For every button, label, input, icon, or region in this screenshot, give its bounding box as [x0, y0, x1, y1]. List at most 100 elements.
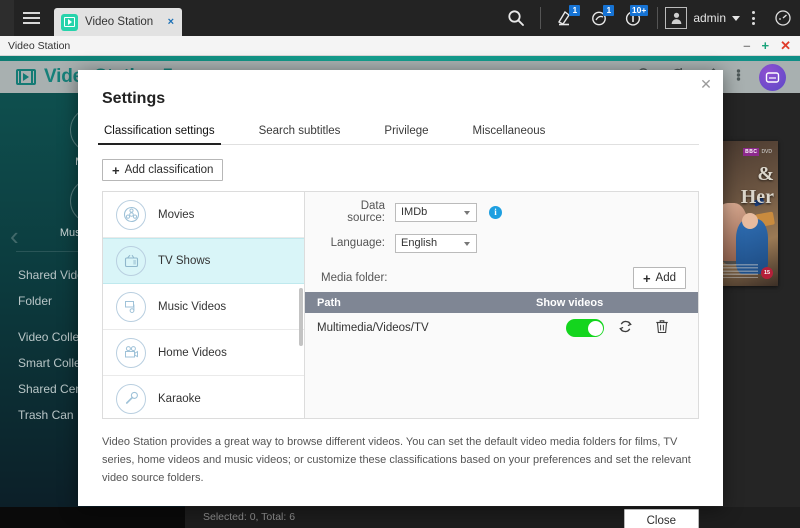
classification-item-home-videos[interactable]: Home Videos [103, 330, 304, 376]
television-icon [116, 246, 146, 276]
close-button[interactable]: Close [623, 509, 699, 528]
dsm-taskbar: Video Station × 1 1 10+ admin [0, 0, 800, 36]
data-source-label: Data source: [347, 200, 385, 224]
info-notifications-icon[interactable]: 10+ [616, 0, 650, 36]
language-value: English [401, 237, 438, 249]
add-button-label: Add [655, 272, 676, 284]
notifications-icon[interactable]: 1 [582, 0, 616, 36]
classification-item-music-videos[interactable]: Music Videos [103, 284, 304, 330]
video-station-icon [61, 13, 78, 31]
chevron-down-icon [464, 210, 470, 215]
classification-item-movies[interactable]: Movies [103, 192, 304, 238]
maximize-button[interactable]: + [762, 39, 770, 52]
app-tab-label: Video Station [85, 16, 154, 28]
taskbar-icons: 1 1 10+ admin [499, 0, 800, 36]
search-icon[interactable] [499, 0, 533, 36]
screen: Video Station × 1 1 10+ admin Video Stat… [0, 0, 800, 528]
classification-label: Home Videos [158, 346, 227, 359]
info-icon[interactable]: i [489, 205, 502, 219]
resource-monitor-icon[interactable] [766, 0, 800, 36]
settings-description: Video Station provides a great way to br… [102, 436, 691, 485]
tab-privilege[interactable]: Privilege [382, 121, 430, 144]
media-folder-label: Media folder: [321, 272, 388, 284]
settings-tabs: Classification settings Search subtitles… [98, 121, 699, 145]
row-actions [536, 319, 686, 337]
window-close-button[interactable]: ✕ [780, 39, 791, 52]
film-reel-icon [116, 199, 146, 230]
chevron-left-icon[interactable]: ‹ [10, 221, 19, 252]
poster-format-label: DVD [761, 149, 772, 155]
close-icon[interactable]: × [162, 16, 174, 28]
tab-search-subtitles[interactable]: Search subtitles [257, 121, 343, 144]
media-table-header: Path Show videos [305, 292, 698, 313]
data-source-value: IMDb [401, 206, 428, 218]
classification-detail-pane: Data source: IMDb i Language: English Me [305, 191, 699, 419]
username-label: admin [693, 11, 726, 25]
app-tab-video-station[interactable]: Video Station × [54, 8, 182, 36]
language-row: Language: English [305, 226, 698, 260]
data-source-select[interactable]: IMDb [395, 202, 477, 222]
media-folder-row: Media folder: + Add [305, 260, 698, 292]
window-title: Video Station [8, 39, 71, 52]
info-badge: 10+ [629, 5, 649, 16]
language-select[interactable]: English [395, 233, 477, 253]
chevron-down-icon [464, 241, 470, 246]
chevron-down-icon [732, 15, 740, 21]
toggle-knob [587, 320, 603, 336]
poster-rating-badge: 15 [761, 267, 773, 279]
user-menu[interactable]: admin [665, 7, 740, 29]
package-center-badge: 1 [569, 5, 581, 16]
table-row: Multimedia/Videos/TV [305, 313, 698, 343]
dialog-footer: Close [102, 509, 699, 528]
kebab-menu-icon[interactable] [740, 11, 766, 25]
classification-label: Music Videos [158, 300, 227, 313]
list-scrollbar[interactable] [299, 288, 303, 346]
poster-title: & Her [740, 163, 774, 208]
video-poster[interactable]: BBC DVD & Her 15 [718, 141, 778, 286]
poster-figure-head [742, 213, 758, 229]
film-strip-icon [16, 69, 36, 85]
trash-icon[interactable] [655, 319, 669, 337]
classification-label: TV Shows [158, 255, 211, 267]
close-icon[interactable]: ✕ [697, 76, 715, 94]
window-controls: – + ✕ [743, 39, 800, 52]
package-center-icon[interactable]: 1 [548, 0, 582, 36]
classification-item-karaoke[interactable]: Karaoke [103, 376, 304, 418]
poster-studio-label: BBC [743, 148, 760, 156]
microphone-icon [116, 383, 146, 414]
add-media-folder-button[interactable]: + Add [632, 267, 686, 289]
classification-label: Karaoke [158, 392, 201, 405]
poster-studio-badge: BBC DVD [743, 148, 772, 156]
column-path: Path [317, 296, 341, 309]
user-avatar-icon [665, 7, 688, 29]
add-classification-button[interactable]: + Add classification [102, 159, 224, 181]
settings-panels: Movies TV Shows Music Videos Home Videos… [102, 191, 699, 419]
taskbar-edge [0, 0, 14, 36]
plus-icon: + [642, 270, 651, 286]
row-path: Multimedia/Videos/TV [317, 322, 429, 334]
music-note-video-icon [116, 291, 146, 322]
show-videos-toggle[interactable] [566, 319, 604, 337]
divider [657, 7, 659, 29]
language-label: Language: [330, 237, 385, 249]
add-classification-label: Add classification [124, 164, 214, 176]
notifications-badge: 1 [603, 5, 615, 16]
tab-classification-settings[interactable]: Classification settings [98, 121, 221, 145]
poster-credits [722, 264, 758, 280]
minimize-button[interactable]: – [743, 39, 750, 52]
more-icon[interactable] [736, 67, 741, 87]
row-action-icons [618, 319, 669, 337]
camcorder-icon [116, 337, 146, 368]
classification-label: Movies [158, 208, 195, 221]
refresh-icon[interactable] [618, 319, 633, 337]
settings-dialog: ✕ Settings Classification settings Searc… [78, 70, 723, 528]
plus-icon: + [112, 162, 120, 178]
tab-miscellaneous[interactable]: Miscellaneous [471, 121, 548, 144]
add-classification-bar: + Add classification [78, 145, 723, 191]
user-profile-icon[interactable] [759, 63, 786, 91]
classification-item-tv-shows[interactable]: TV Shows [103, 238, 304, 284]
hamburger-icon[interactable] [14, 0, 48, 36]
window-titlebar: Video Station – + ✕ [0, 36, 800, 56]
column-show-videos: Show videos [536, 296, 604, 309]
data-source-row: Data source: IMDb i [305, 192, 698, 226]
